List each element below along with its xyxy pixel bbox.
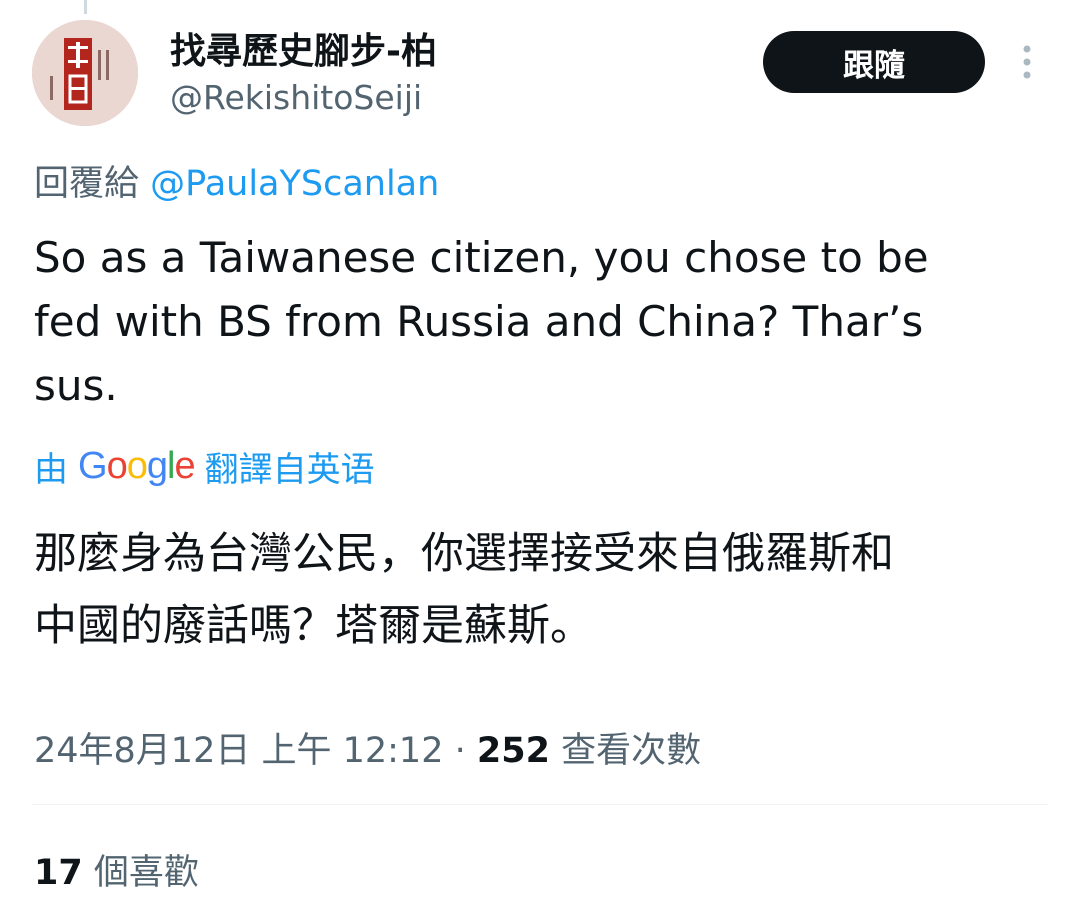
translated-text-line: 中國的廢話嗎？塔爾是蘇斯。 — [34, 601, 593, 651]
author-handle[interactable]: @RekishitoSeiji — [170, 78, 422, 117]
tweet-text-line: So as a Taiwanese citizen, you chose to … — [34, 233, 929, 282]
likes-summary[interactable]: 17 個喜歡 — [34, 844, 199, 895]
likes-count: 17 — [34, 853, 83, 893]
google-logo: Google — [78, 444, 196, 487]
translated-text-line: 那麼身為台灣公民，你選擇接受來自俄羅斯和 — [34, 529, 894, 579]
divider — [32, 804, 1048, 805]
translated-text: 那麼身為台灣公民，你選擇接受來自俄羅斯和 中國的廢話嗎？塔爾是蘇斯。 — [34, 518, 1044, 662]
avatar-image — [32, 20, 138, 126]
tweet-text-line: sus. — [34, 361, 118, 410]
avatar[interactable] — [32, 20, 138, 126]
tweet-timestamp[interactable]: 24年8月12日 上午 12:12 — [34, 731, 443, 771]
meta-separator: · — [443, 731, 477, 771]
translation-prefix: 由 — [34, 449, 68, 490]
tweet-text-line: fed with BS from Russia and China? Thar’… — [34, 297, 924, 346]
translation-suffix: 翻譯自英语 — [204, 449, 375, 490]
more-options-icon[interactable] — [1012, 44, 1042, 82]
reply-to-handle-link[interactable]: @PaulaYScanlan — [150, 164, 439, 204]
follow-button[interactable]: 跟隨 — [763, 31, 985, 93]
tweet-text: So as a Taiwanese citizen, you chose to … — [34, 226, 1044, 418]
tweet-meta: 24年8月12日 上午 12:12 · 252 查看次數 — [34, 722, 701, 773]
thread-connector-line — [84, 0, 87, 14]
views-label: 查看次數 — [561, 731, 702, 771]
translation-attribution-link[interactable]: 由 Google 翻譯自英语 — [34, 444, 375, 490]
reply-prefix: 回覆給 — [34, 164, 140, 204]
likes-label: 個喜歡 — [93, 853, 199, 893]
author-display-name[interactable]: 找尋歷史腳步-柏 — [170, 22, 437, 74]
views-count: 252 — [476, 731, 550, 771]
reply-context: 回覆給 @PaulaYScanlan — [34, 155, 439, 206]
